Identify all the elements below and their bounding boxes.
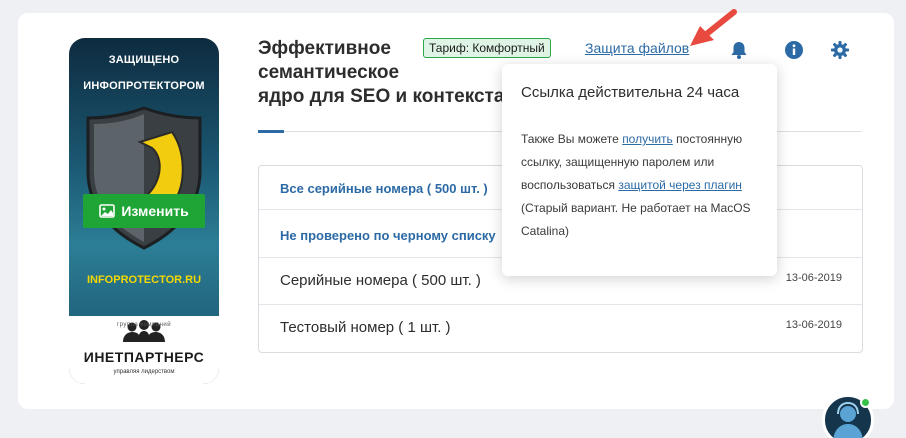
file-protection-link[interactable]: Защита файлов bbox=[585, 40, 689, 56]
logo-slogan: управляя лидерством bbox=[113, 369, 175, 375]
info-icon[interactable] bbox=[784, 40, 804, 60]
change-cover-label: Изменить bbox=[121, 203, 189, 219]
table-row[interactable]: Тестовый номер ( 1 шт. ) 13-06-2019 bbox=[259, 305, 862, 352]
cover-protector-text: ИНФОПРОТЕКТОРОМ bbox=[83, 80, 205, 92]
change-cover-button[interactable]: Изменить bbox=[83, 194, 205, 228]
popover-title: Ссылка действительна 24 часа bbox=[521, 84, 740, 101]
gear-icon[interactable] bbox=[830, 40, 850, 60]
plugin-protection-link[interactable]: защитой через плагин bbox=[618, 178, 742, 192]
tariff-badge: Тариф: Комфортный bbox=[423, 38, 551, 58]
get-link[interactable]: получить bbox=[622, 132, 673, 146]
online-status-dot bbox=[860, 397, 871, 408]
image-icon bbox=[99, 204, 116, 218]
logo-group-text: группа компаний bbox=[116, 322, 172, 328]
product-cover: ЗАЩИЩЕНО ИНФОПРОТЕКТОРОМ Изменить INFOPR… bbox=[69, 38, 219, 384]
cover-site-text: INFOPROTECTOR.RU bbox=[86, 274, 202, 286]
link-info-popover: Ссылка действительна 24 часа Также Вы мо… bbox=[502, 64, 777, 276]
cover-protected-text: ЗАЩИЩЕНО bbox=[108, 54, 180, 66]
shield-icon bbox=[86, 106, 202, 250]
arrow-icon bbox=[690, 9, 737, 46]
logo-company-name: ИНЕТПАРТНЕРС bbox=[83, 349, 205, 365]
popover-text: Также Вы можете получить постоянную ссыл… bbox=[521, 132, 751, 238]
active-tab-indicator bbox=[258, 130, 284, 133]
